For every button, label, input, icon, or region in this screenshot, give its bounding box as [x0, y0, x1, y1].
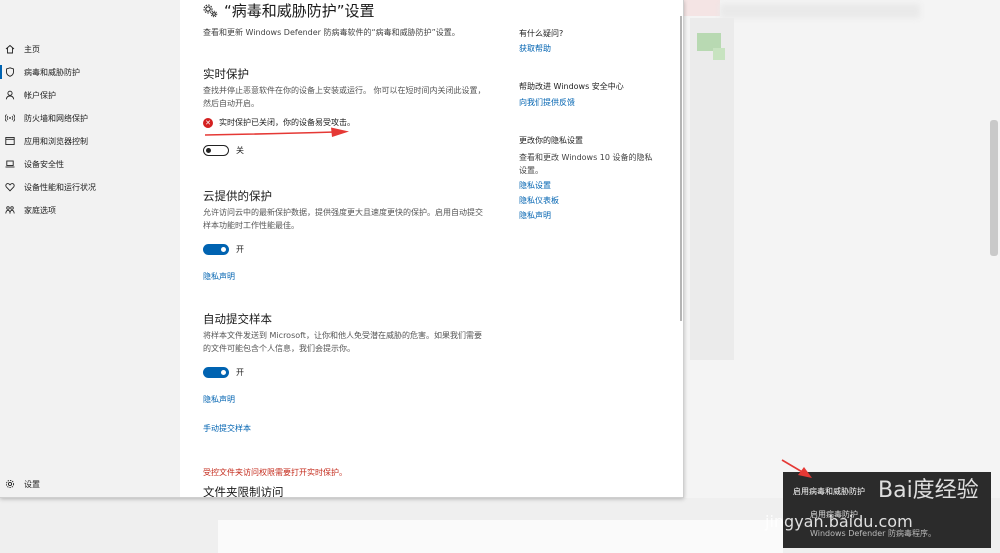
sidebar-item-device-health[interactable]: 设备性能和运行状况: [0, 177, 180, 197]
gear-icon: [5, 479, 15, 489]
get-help-link[interactable]: 获取帮助: [519, 43, 551, 54]
sample-toggle-row: 开: [203, 367, 244, 378]
background-scrollbar[interactable]: [990, 120, 998, 256]
page-subtitle: 查看和更新 Windows Defender 防病毒软件的“病毒和威胁防护”设置…: [203, 28, 460, 37]
realtime-heading: 实时保护: [203, 67, 249, 81]
cloud-toggle-row: 开: [203, 244, 244, 255]
sample-description: 将样本文件发送到 Microsoft，让你和他人免受潜在威胁的危害。如果我们需要…: [203, 331, 482, 353]
sidebar-item-label: 家庭选项: [24, 205, 56, 215]
desktop-bottom-panel: [218, 520, 783, 553]
privacy-heading: 更改你的隐私设置: [519, 136, 583, 145]
sidebar-item-label: 病毒和威胁防护: [24, 67, 80, 77]
feedback-link[interactable]: 向我们提供反馈: [519, 97, 575, 108]
sidebar: 主页 病毒和威胁防护 帐户保护 防火墙和网络保护 应用和浏览器控制 设备安全性 …: [0, 0, 180, 497]
sidebar-item-label: 主页: [24, 44, 40, 54]
sidebar-item-settings[interactable]: 设置: [0, 474, 180, 494]
sample-privacy-link[interactable]: 隐私声明: [203, 394, 235, 405]
sidebar-item-family[interactable]: 家庭选项: [0, 200, 180, 220]
sidebar-item-firewall[interactable]: 防火墙和网络保护: [0, 108, 180, 128]
laptop-icon: [5, 159, 15, 169]
sidebar-item-app-browser[interactable]: 应用和浏览器控制: [0, 131, 180, 151]
main-content: “病毒和威胁防护”设置 查看和更新 Windows Defender 防病毒软件…: [180, 0, 683, 498]
privacy-dashboard-link[interactable]: 隐私仪表板: [519, 195, 559, 206]
cloud-toggle-label: 开: [236, 245, 244, 254]
watermark-url: jingyan.baidu.com: [765, 512, 913, 531]
family-icon: [5, 205, 15, 215]
shield-icon: [5, 67, 15, 77]
folder-access-note: 受控文件夹访问权限需要打开实时保护。: [203, 468, 347, 477]
person-icon: [5, 90, 15, 100]
sidebar-item-device-security[interactable]: 设备安全性: [0, 154, 180, 174]
sidebar-item-label: 设备性能和运行状况: [24, 182, 96, 192]
realtime-toggle[interactable]: [203, 145, 229, 156]
sample-toggle-label: 开: [236, 368, 244, 377]
privacy-settings-link[interactable]: 隐私设置: [519, 180, 551, 191]
toast-title: 启用病毒和威胁防护: [793, 487, 865, 496]
realtime-description: 查找并停止恶意软件在你的设备上安装或运行。 你可以在短时间内关闭此设置，然后自动…: [203, 86, 486, 108]
realtime-toggle-row: 关: [203, 145, 244, 156]
cloud-privacy-link[interactable]: 隐私声明: [203, 271, 235, 282]
realtime-toggle-label: 关: [236, 146, 244, 155]
sidebar-item-label: 帐户保护: [24, 90, 56, 100]
questions-heading: 有什么疑问?: [519, 29, 564, 38]
sidebar-item-account[interactable]: 帐户保护: [0, 85, 180, 105]
background-blur-strip: [720, 4, 920, 18]
page-title: “病毒和威胁防护”设置: [224, 2, 375, 20]
sidebar-item-label: 设置: [24, 479, 40, 489]
sidebar-item-label: 应用和浏览器控制: [24, 136, 88, 146]
background-window: [690, 18, 734, 360]
sample-heading: 自动提交样本: [203, 312, 272, 326]
annotation-arrow-toast: [781, 459, 812, 478]
background-green-patch-small: [713, 48, 725, 60]
privacy-text: 查看和更改 Windows 10 设备的隐私设置。: [519, 153, 653, 175]
privacy-statement-link[interactable]: 隐私声明: [519, 210, 551, 221]
cloud-description: 允许访问云中的最新保护数据，提供强度更大且速度更快的保护。启用自动提交样本功能时…: [203, 208, 483, 230]
manual-submit-link[interactable]: 手动提交样本: [203, 423, 251, 434]
sidebar-item-virus-protection[interactable]: 病毒和威胁防护: [0, 62, 180, 82]
scrollbar[interactable]: [680, 16, 682, 321]
improve-heading: 帮助改进 Windows 安全中心: [519, 82, 624, 91]
folder-heading: 文件夹限制访问: [203, 485, 284, 498]
cloud-toggle[interactable]: [203, 244, 229, 255]
app-window-icon: [5, 136, 15, 146]
cloud-heading: 云提供的保护: [203, 189, 272, 203]
sample-toggle[interactable]: [203, 367, 229, 378]
page-header: “病毒和威胁防护”设置: [203, 0, 375, 21]
sidebar-item-home[interactable]: 主页: [0, 39, 180, 59]
sidebar-item-label: 防火墙和网络保护: [24, 113, 88, 123]
gears-icon: [203, 4, 218, 18]
sidebar-item-label: 设备安全性: [24, 159, 64, 169]
wifi-icon: [5, 113, 15, 123]
heart-icon: [5, 182, 15, 192]
windows-security-window: 主页 病毒和威胁防护 帐户保护 防火墙和网络保护 应用和浏览器控制 设备安全性 …: [0, 0, 684, 498]
annotation-arrow: [204, 127, 349, 137]
background-blur-patch: [684, 0, 720, 16]
home-icon: [5, 44, 15, 54]
watermark-logo: Bai度经验: [878, 478, 979, 503]
